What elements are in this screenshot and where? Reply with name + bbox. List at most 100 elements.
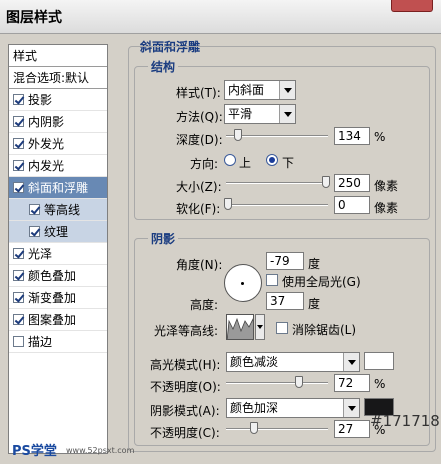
sidebar-item-6[interactable]: 纹理 bbox=[9, 221, 107, 243]
sidebar-item-label: 内发光 bbox=[28, 159, 65, 173]
sidebar-item-checkbox[interactable] bbox=[13, 160, 24, 171]
size-slider-thumb[interactable] bbox=[321, 176, 330, 188]
highlight-mode-select[interactable]: 颜色减淡 bbox=[226, 352, 360, 372]
sidebar-item-checkbox[interactable] bbox=[13, 182, 24, 193]
depth-label: 深度(D): bbox=[176, 133, 223, 147]
highlight-opacity-slider[interactable] bbox=[226, 376, 328, 388]
angle-input[interactable]: -79 bbox=[266, 252, 304, 270]
sidebar-item-label: 颜色叠加 bbox=[28, 269, 77, 283]
sidebar-item-label: 光泽 bbox=[28, 247, 53, 261]
shadow-opacity-label: 不透明度(C): bbox=[150, 426, 220, 440]
sidebar-item-checkbox[interactable] bbox=[13, 138, 24, 149]
antialias-checkbox[interactable] bbox=[276, 322, 288, 334]
sidebar-item-checkbox[interactable] bbox=[13, 94, 24, 105]
direction-up-radio[interactable] bbox=[224, 154, 236, 166]
sidebar-item-checkbox[interactable] bbox=[29, 204, 40, 215]
sidebar-item-label: 等高线 bbox=[44, 203, 81, 217]
gloss-contour-preview[interactable] bbox=[226, 314, 254, 340]
sidebar-item-4[interactable]: 斜面和浮雕 bbox=[9, 177, 107, 199]
angle-label: 角度(N): bbox=[176, 258, 223, 272]
direction-down-radio[interactable] bbox=[266, 154, 278, 166]
highlight-opacity-label: 不透明度(O): bbox=[150, 380, 221, 394]
sidebar-item-2[interactable]: 外发光 bbox=[9, 133, 107, 155]
shadow-opacity-thumb[interactable] bbox=[249, 422, 258, 434]
shadow-mode-value: 颜色加深 bbox=[230, 401, 279, 415]
sidebar-item-7[interactable]: 光泽 bbox=[9, 243, 107, 265]
size-unit: 像素 bbox=[374, 179, 399, 193]
depth-slider[interactable] bbox=[226, 129, 328, 141]
sidebar-item-1[interactable]: 内阴影 bbox=[9, 111, 107, 133]
sidebar-item-label: 斜面和浮雕 bbox=[28, 181, 89, 195]
global-light-checkbox[interactable] bbox=[266, 274, 278, 286]
highlight-color-swatch[interactable] bbox=[364, 352, 394, 370]
highlight-opacity-thumb[interactable] bbox=[295, 376, 304, 388]
technique-select-value: 平滑 bbox=[228, 107, 253, 121]
gloss-contour-dropdown[interactable] bbox=[255, 314, 265, 340]
sidebar-item-checkbox[interactable] bbox=[13, 314, 24, 325]
sidebar-item-label: 外发光 bbox=[28, 137, 65, 151]
close-button[interactable] bbox=[391, 0, 433, 12]
watermark-logo: PS学堂 bbox=[12, 444, 57, 459]
size-input[interactable]: 250 bbox=[334, 174, 370, 192]
size-label: 大小(Z): bbox=[176, 180, 222, 194]
sidebar-item-checkbox[interactable] bbox=[13, 248, 24, 259]
chevron-down-icon bbox=[279, 81, 295, 99]
sidebar-item-11[interactable]: 描边 bbox=[9, 331, 107, 353]
shading-title: 阴影 bbox=[148, 230, 179, 247]
shadow-opacity-input[interactable]: 27 bbox=[334, 420, 370, 438]
sidebar-item-9[interactable]: 渐变叠加 bbox=[9, 287, 107, 309]
depth-input[interactable]: 134 bbox=[334, 127, 370, 145]
soften-slider[interactable] bbox=[224, 198, 328, 210]
chevron-down-icon bbox=[343, 353, 359, 371]
sidebar-item-label: 图案叠加 bbox=[28, 313, 77, 327]
shadow-opacity-slider[interactable] bbox=[226, 422, 328, 434]
sidebar-header-styles[interactable]: 样式 bbox=[9, 45, 107, 67]
global-light-label: 使用全局光(G) bbox=[282, 275, 361, 289]
altitude-label: 高度: bbox=[190, 298, 219, 312]
sidebar-item-checkbox[interactable] bbox=[13, 270, 24, 281]
watermark-site: www.52psxt.com bbox=[66, 446, 135, 455]
shadow-mode-select[interactable]: 颜色加深 bbox=[226, 398, 360, 418]
style-label: 样式(T): bbox=[176, 86, 221, 100]
dialog-title: 图层样式 bbox=[6, 10, 62, 26]
highlight-opacity-unit: % bbox=[374, 377, 386, 391]
sidebar-item-0[interactable]: 投影 bbox=[9, 89, 107, 111]
sidebar-item-10[interactable]: 图案叠加 bbox=[9, 309, 107, 331]
sidebar-item-checkbox[interactable] bbox=[13, 292, 24, 303]
sidebar-item-8[interactable]: 颜色叠加 bbox=[9, 265, 107, 287]
highlight-mode-label: 高光模式(H): bbox=[150, 358, 221, 372]
direction-up-label: 上 bbox=[239, 156, 252, 170]
soften-slider-thumb[interactable] bbox=[224, 198, 233, 210]
styles-sidebar: 样式 混合选项:默认 投影内阴影外发光内发光斜面和浮雕等高线纹理光泽颜色叠加渐变… bbox=[8, 44, 108, 454]
sidebar-item-label: 纹理 bbox=[44, 225, 69, 239]
sidebar-item-checkbox[interactable] bbox=[29, 226, 40, 237]
chevron-down-icon bbox=[343, 399, 359, 417]
sidebar-item-blending-options[interactable]: 混合选项:默认 bbox=[9, 67, 107, 89]
sidebar-item-3[interactable]: 内发光 bbox=[9, 155, 107, 177]
sidebar-item-5[interactable]: 等高线 bbox=[9, 199, 107, 221]
altitude-input[interactable]: 37 bbox=[266, 292, 304, 310]
sidebar-item-label: 投影 bbox=[28, 93, 53, 107]
soften-input[interactable]: 0 bbox=[334, 196, 370, 214]
sidebar-item-checkbox[interactable] bbox=[13, 336, 24, 347]
sidebar-item-label: 内阴影 bbox=[28, 115, 65, 129]
depth-unit: % bbox=[374, 130, 386, 144]
structure-title: 结构 bbox=[148, 58, 179, 75]
angle-unit: 度 bbox=[308, 257, 321, 271]
depth-slider-thumb[interactable] bbox=[234, 129, 243, 141]
highlight-opacity-input[interactable]: 72 bbox=[334, 374, 370, 392]
highlight-mode-value: 颜色减淡 bbox=[230, 355, 279, 369]
shadow-mode-label: 阴影模式(A): bbox=[150, 404, 220, 418]
shadow-color-hex: #171718 bbox=[370, 412, 440, 430]
style-select[interactable]: 内斜面 bbox=[224, 80, 296, 100]
technique-select[interactable]: 平滑 bbox=[224, 104, 296, 124]
sidebar-item-label: 渐变叠加 bbox=[28, 291, 77, 305]
contour-curve-icon bbox=[227, 315, 253, 339]
chevron-down-icon bbox=[279, 105, 295, 123]
angle-dial[interactable] bbox=[224, 264, 262, 302]
sidebar-item-checkbox[interactable] bbox=[13, 116, 24, 127]
size-slider[interactable] bbox=[226, 176, 330, 188]
style-select-value: 内斜面 bbox=[228, 83, 265, 97]
technique-label: 方法(Q): bbox=[176, 110, 223, 124]
soften-unit: 像素 bbox=[374, 201, 399, 215]
